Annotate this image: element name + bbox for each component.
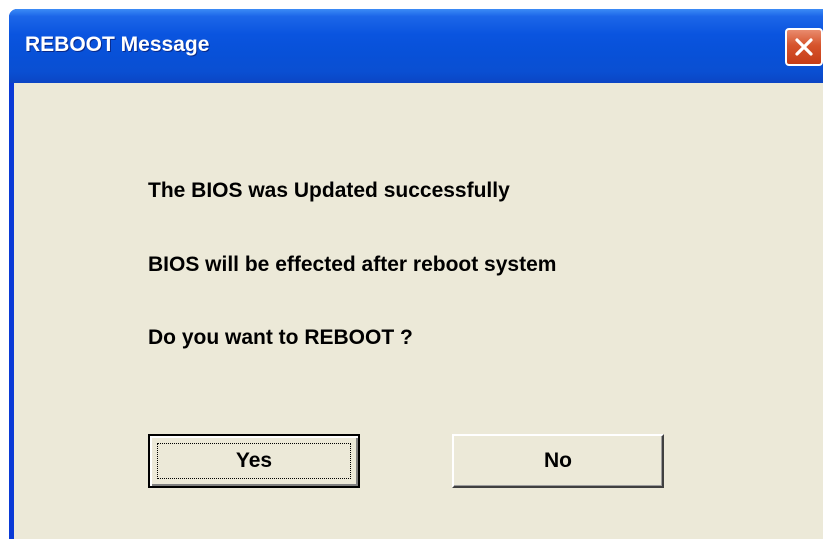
close-icon (795, 38, 813, 56)
window-title: REBOOT Message (25, 33, 210, 56)
yes-button[interactable]: Yes (148, 434, 360, 488)
yes-button-label: Yes (235, 449, 273, 472)
close-button[interactable] (785, 28, 823, 66)
dialog-body: The BIOS was Updated successfully BIOS w… (14, 83, 823, 539)
title-bar[interactable]: REBOOT Message (9, 9, 823, 83)
message-line-question: Do you want to REBOOT ? (148, 326, 413, 349)
dialog-window: REBOOT Message The BIOS was Updated succ… (9, 9, 823, 539)
message-line-effect: BIOS will be effected after reboot syste… (148, 253, 557, 276)
no-button-label: No (544, 449, 572, 472)
message-line-success: The BIOS was Updated successfully (148, 179, 510, 202)
no-button[interactable]: No (452, 434, 664, 488)
